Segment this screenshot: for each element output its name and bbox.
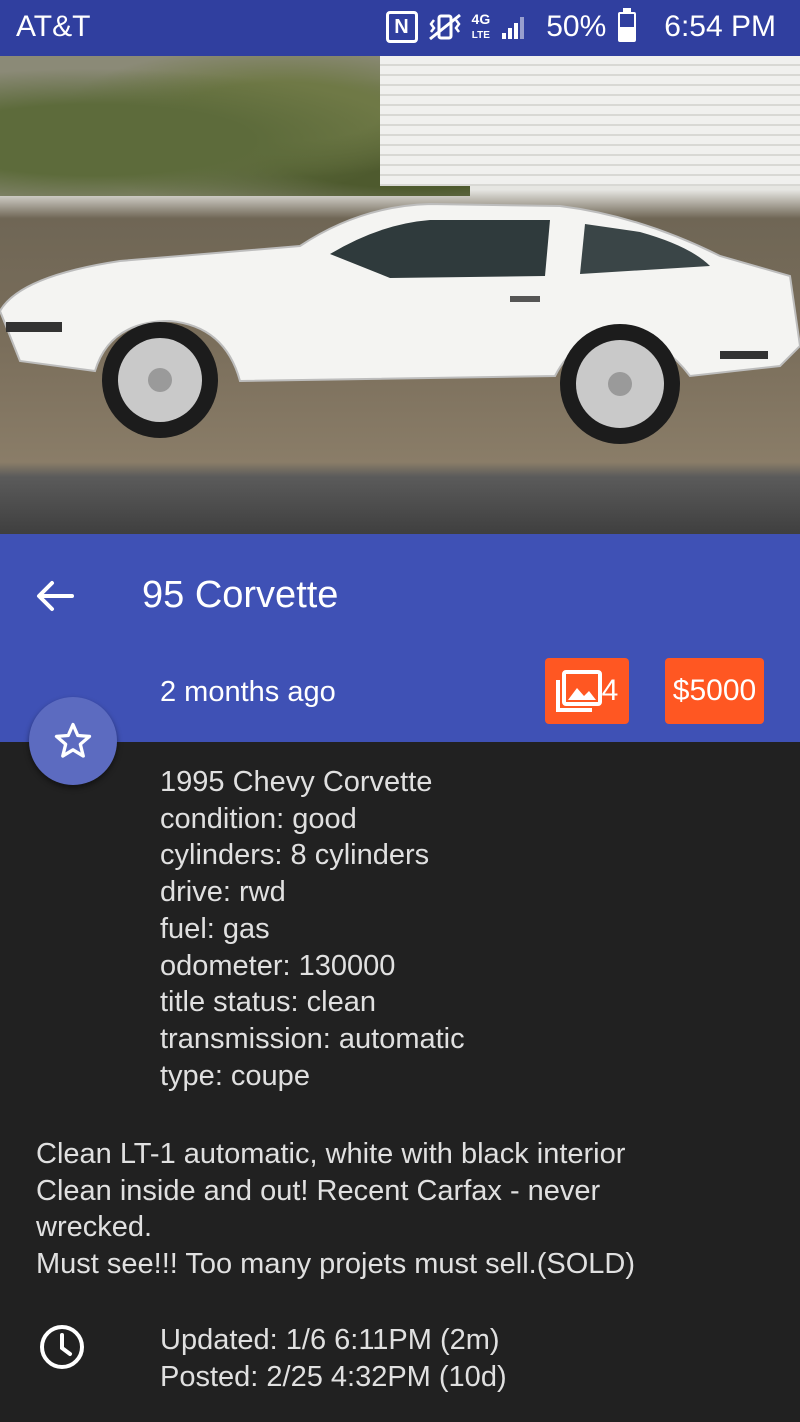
price-badge: $5000 xyxy=(665,658,764,724)
star-icon xyxy=(54,722,92,758)
listing-title: 95 Corvette xyxy=(142,574,339,616)
updated-time: Updated: 1/6 6:11PM (2m) xyxy=(160,1324,500,1356)
attribute-line: 1995 Chevy Corvette xyxy=(160,766,433,798)
photos-button[interactable]: 4 xyxy=(545,658,629,724)
attribute-line: condition: good xyxy=(160,802,357,835)
description-line: Clean LT-1 automatic, white with black i… xyxy=(36,1138,626,1170)
description-line: Must see!!! Too many projets must sell.(… xyxy=(36,1248,636,1281)
photo-gallery-icon xyxy=(555,670,602,712)
listing-age: 2 months ago xyxy=(160,676,336,708)
attribute-line: drive: rwd xyxy=(160,876,286,909)
signal-icon xyxy=(502,17,525,39)
description-line: wrecked. xyxy=(36,1211,153,1244)
attribute-line: type: coupe xyxy=(160,1059,310,1092)
listing-timestamps: Updated: 1/6 6:11PM (2m) Posted: 2/25 4:… xyxy=(160,1322,507,1396)
carrier-label: AT&T xyxy=(16,10,91,43)
listing-photo[interactable] xyxy=(0,56,800,534)
attribute-line: fuel: gas xyxy=(160,912,270,945)
photo-count: 4 xyxy=(601,674,619,707)
status-bar: AT&T N 4G LTE 50% 6:54 PM xyxy=(0,0,800,56)
attribute-line: title status: clean xyxy=(160,986,376,1019)
battery-percent: 50% xyxy=(546,10,607,43)
listing-description: Clean LT-1 automatic, white with black i… xyxy=(36,1136,776,1283)
clock-icon xyxy=(40,1325,84,1369)
listing-attributes: 1995 Chevy Corvette condition: good cyli… xyxy=(160,764,465,1094)
attribute-line: odometer: 130000 xyxy=(160,949,396,982)
vibrate-icon xyxy=(428,13,461,41)
attribute-line: transmission: automatic xyxy=(160,1022,465,1055)
clock-time: 6:54 PM xyxy=(664,10,776,43)
back-arrow-icon[interactable] xyxy=(32,574,76,618)
battery-icon xyxy=(618,8,637,42)
posted-time: Posted: 2/25 4:32PM (10d) xyxy=(160,1361,507,1393)
favorite-button[interactable] xyxy=(29,697,117,785)
description-line: Clean inside and out! Recent Carfax - ne… xyxy=(36,1174,601,1207)
listing-header: 95 Corvette 2 months ago 4 $5000 xyxy=(0,534,800,742)
car-image xyxy=(0,202,800,444)
lte-icon: 4G LTE xyxy=(471,10,491,41)
attribute-line: cylinders: 8 cylinders xyxy=(160,839,430,872)
nfc-icon: N xyxy=(385,11,418,43)
